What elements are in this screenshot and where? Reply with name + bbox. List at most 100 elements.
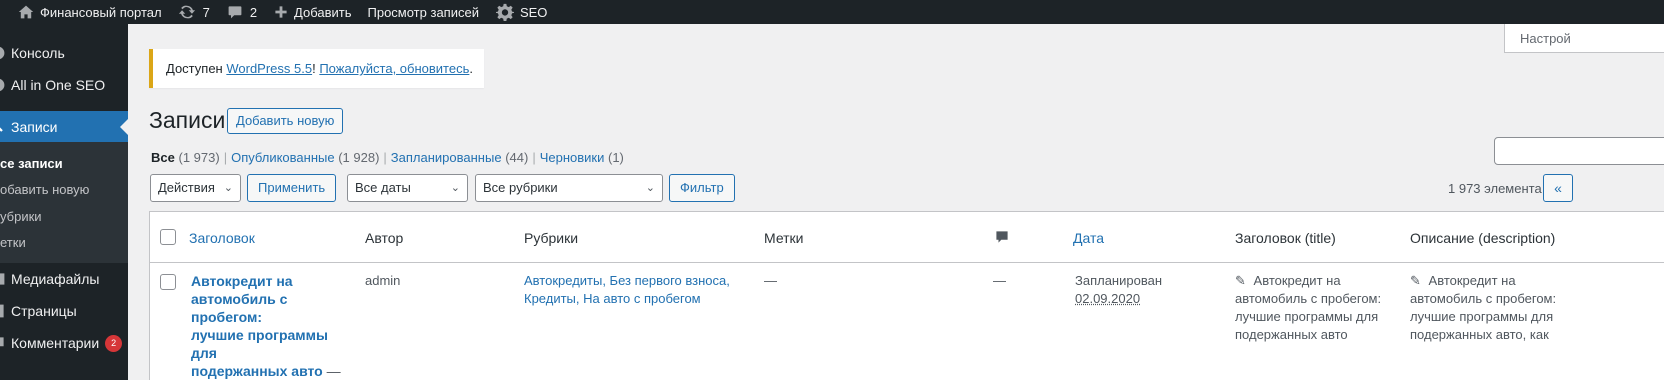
chevron-down-icon: ⌄ xyxy=(451,175,460,201)
column-date[interactable]: Дата xyxy=(1073,230,1104,246)
column-title[interactable]: Заголовок xyxy=(189,230,255,246)
row-checkbox[interactable] xyxy=(160,274,176,290)
table-header: Заголовок Автор Рубрики Метки Дата Загол… xyxy=(150,212,1664,263)
select-all-checkbox[interactable] xyxy=(160,229,176,245)
menu-item-aioseo[interactable]: All in One SEO xyxy=(0,70,128,100)
view-posts-label: Просмотр записей xyxy=(368,5,479,20)
date-filter-select[interactable]: Все даты ⌄ xyxy=(347,174,468,202)
admin-bar-site[interactable]: Финансовый портал xyxy=(0,0,169,24)
page-title: Записи xyxy=(149,107,225,134)
updates-icon xyxy=(178,3,196,21)
view-published[interactable]: Опубликованные xyxy=(231,150,335,165)
seo-title-line: лучшие программы для xyxy=(1235,309,1378,324)
seo-label: SEO xyxy=(520,5,547,20)
post-date: Запланирован 02.09.2020 xyxy=(1075,272,1215,308)
date-filter-value: Все даты xyxy=(355,180,411,195)
menu-label: All in One SEO xyxy=(11,77,105,93)
menu-item-posts[interactable]: Записи xyxy=(0,111,128,142)
view-scheduled-count: (44) xyxy=(505,150,528,165)
admin-bar-comments[interactable]: 2 xyxy=(217,0,264,24)
menu-label: Консоль xyxy=(11,45,65,61)
add-new-post-button[interactable]: Добавить новую xyxy=(227,108,343,134)
submenu-all-posts[interactable]: се записи xyxy=(0,150,128,176)
post-tags: — xyxy=(764,272,777,290)
view-scheduled[interactable]: Запланированные xyxy=(391,150,502,165)
seo-description-cell: ✎ Автокредит на автомобиль с пробегом: л… xyxy=(1410,272,1580,344)
seo-desc-line: автомобиль с пробегом: xyxy=(1410,291,1556,306)
page-icon xyxy=(0,303,6,319)
post-comments: — xyxy=(993,272,1006,290)
bulk-action-select[interactable]: Действия ⌄ xyxy=(150,174,241,202)
submenu-tags[interactable]: етки xyxy=(0,229,128,255)
menu-label: Записи xyxy=(11,119,57,135)
admin-bar-view-posts[interactable]: Просмотр записей xyxy=(359,0,486,24)
submenu-categories[interactable]: убрики xyxy=(0,203,128,229)
admin-bar-add-new[interactable]: Добавить xyxy=(264,0,358,24)
apply-button[interactable]: Применить xyxy=(247,174,336,202)
site-name: Финансовый портал xyxy=(40,5,162,20)
home-icon xyxy=(18,4,34,20)
column-tags: Метки xyxy=(764,230,804,246)
view-drafts[interactable]: Черновики xyxy=(540,150,605,165)
view-all[interactable]: Все xyxy=(151,150,175,165)
chevron-down-icon: ⌄ xyxy=(224,175,233,201)
pencil-icon[interactable]: ✎ xyxy=(1410,272,1421,290)
comment-icon[interactable] xyxy=(995,230,1009,247)
menu-item-dashboard[interactable]: Консоль xyxy=(0,38,128,68)
seo-title-line: Автокредит на xyxy=(1254,273,1341,288)
menu-item-comments[interactable]: Комментарии 2 xyxy=(0,328,128,358)
search-posts-input[interactable] xyxy=(1494,137,1664,165)
column-categories: Рубрики xyxy=(524,230,578,246)
menu-item-pages[interactable]: Страницы xyxy=(0,296,128,326)
view-all-count: (1 973) xyxy=(178,150,219,165)
current-arrow xyxy=(120,119,128,135)
media-icon xyxy=(0,271,6,287)
plus-icon xyxy=(274,5,288,19)
filter-button[interactable]: Фильтр xyxy=(669,174,735,202)
post-title-line: лучшие программы для xyxy=(191,327,328,361)
update-link[interactable]: Пожалуйста, обновитесь xyxy=(319,61,469,76)
category-filter-value: Все рубрики xyxy=(483,180,558,195)
chevron-down-icon: ⌄ xyxy=(646,175,655,201)
column-seo-description: Описание (description) xyxy=(1410,230,1555,246)
post-author-link[interactable]: admin xyxy=(365,272,400,290)
post-title-dash: — xyxy=(323,363,341,379)
admin-bar-seo[interactable]: SEO xyxy=(486,0,554,24)
post-title-cell: Автокредит на автомобиль с пробегом: луч… xyxy=(191,272,351,380)
screen-options-tab[interactable]: Настрой xyxy=(1504,24,1664,53)
pin-icon xyxy=(0,119,6,135)
admin-bar-updates[interactable]: 7 xyxy=(169,0,217,24)
pencil-icon[interactable]: ✎ xyxy=(1235,272,1246,290)
add-label: Добавить xyxy=(294,5,351,20)
post-categories: Автокредиты, Без первого взноса, Кредиты… xyxy=(524,272,754,308)
category-filter-select[interactable]: Все рубрики ⌄ xyxy=(475,174,663,202)
wordpress-version-link[interactable]: WordPress 5.5 xyxy=(226,61,312,76)
post-title-line: автомобиль с пробегом: xyxy=(191,291,287,325)
dashboard-icon xyxy=(0,45,6,61)
notice-prefix: Доступен xyxy=(166,61,226,76)
comments-count: 2 xyxy=(250,5,257,20)
view-drafts-count: (1) xyxy=(608,150,624,165)
categories-line[interactable]: Автокредиты, Без первого взноса, xyxy=(524,273,730,288)
bulk-action-value: Действия xyxy=(158,180,215,195)
notice-suffix: . xyxy=(469,61,473,76)
categories-line[interactable]: Кредиты, На авто с пробегом xyxy=(524,291,701,306)
comments-badge: 2 xyxy=(105,335,122,352)
status-views: Все (1 973) | Опубликованные (1 928) | Запла… xyxy=(151,150,624,165)
seo-title-line: подержанных авто xyxy=(1235,327,1348,342)
first-page-button[interactable]: « xyxy=(1543,174,1573,202)
update-notice: Доступен WordPress 5.5! Пожалуйста, обно… xyxy=(149,49,484,88)
item-count: 1 973 элемента xyxy=(1448,181,1542,196)
seo-desc-line: подержанных авто, как xyxy=(1410,327,1549,342)
submenu-add-new[interactable]: обавить новую xyxy=(0,176,128,202)
posts-submenu: се записи обавить новую убрики етки xyxy=(0,142,128,263)
date-value: 02.09.2020 xyxy=(1075,291,1140,306)
column-seo-title: Заголовок (title) xyxy=(1235,230,1336,246)
menu-item-media[interactable]: Медиафайлы xyxy=(0,264,128,294)
admin-bar: Финансовый портал 7 2 Добавить Просмотр … xyxy=(0,0,1664,24)
date-status: Запланирован xyxy=(1075,273,1162,288)
post-title-link[interactable]: Автокредит на автомобиль с пробегом: луч… xyxy=(191,273,328,379)
seo-desc-line: лучшие программы для xyxy=(1410,309,1553,324)
menu-label: Комментарии xyxy=(11,335,99,351)
post-title-line: подержанных авто xyxy=(191,363,323,379)
